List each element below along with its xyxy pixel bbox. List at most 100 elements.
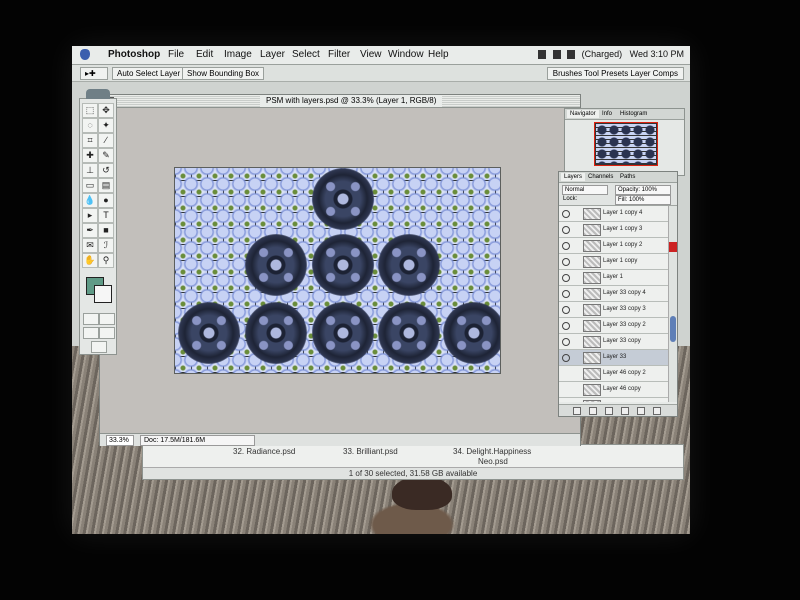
tab-info[interactable]: Info <box>599 110 615 118</box>
standard-mode-icon[interactable] <box>83 313 99 325</box>
type-tool-icon[interactable]: T <box>98 208 114 223</box>
layer-row[interactable]: Layer 33 copy 3 <box>559 302 669 318</box>
layer-row[interactable]: Layer 33 copy 2 <box>559 318 669 334</box>
blur-tool-icon[interactable]: 💧 <box>82 193 98 208</box>
gradient-tool-icon[interactable]: ▤ <box>98 178 114 193</box>
layer-row[interactable]: Layer 33 copy 4 <box>559 286 669 302</box>
menu-image[interactable]: Image <box>224 49 252 60</box>
lasso-tool-icon[interactable]: ◌ <box>82 118 98 133</box>
menu-filter[interactable]: Filter <box>328 49 350 60</box>
add-mask-icon[interactable] <box>605 407 613 415</box>
navigator-view-box[interactable] <box>594 122 658 166</box>
layers-scroll-thumb[interactable] <box>670 316 676 342</box>
opacity-field[interactable]: Opacity: 100% <box>615 185 671 195</box>
link-layers-icon[interactable] <box>573 407 581 415</box>
brush-tool-icon[interactable]: ✎ <box>98 148 114 163</box>
menu-select[interactable]: Select <box>292 49 320 60</box>
layer-row[interactable]: Layer 33 <box>559 350 669 366</box>
zoom-tool-icon[interactable]: ⚲ <box>98 253 114 268</box>
fill-field[interactable]: Fill: 100% <box>615 195 671 205</box>
apple-menu-icon[interactable] <box>80 49 90 60</box>
path-select-icon[interactable]: ▸ <box>82 208 98 223</box>
slice-tool-icon[interactable]: ∕ <box>98 133 114 148</box>
app-menu[interactable]: Photoshop <box>108 49 160 60</box>
healing-brush-icon[interactable]: ✚ <box>82 148 98 163</box>
zoom-field[interactable]: 33.3% <box>106 435 134 446</box>
new-group-icon[interactable] <box>621 407 629 415</box>
move-tool-icon[interactable]: ✥ <box>98 103 114 118</box>
layer-row[interactable]: Layer 1 copy 4 <box>559 206 669 222</box>
hand-tool-icon[interactable]: ✋ <box>82 253 98 268</box>
layer-row[interactable]: Layer 1 copy <box>559 254 669 270</box>
eye-visibility-icon[interactable] <box>562 290 570 298</box>
eye-visibility-icon[interactable] <box>562 226 570 234</box>
finder-file[interactable]: 32. Radiance.psd <box>233 447 295 456</box>
menu-file[interactable]: File <box>168 49 184 60</box>
menu-edit[interactable]: Edit <box>196 49 213 60</box>
eyedropper-icon[interactable]: ℐ <box>98 238 114 253</box>
notes-tool-icon[interactable]: ✉ <box>82 238 98 253</box>
layer-style-icon[interactable] <box>589 407 597 415</box>
layer-row[interactable]: Layer 1 copy 2 <box>559 238 669 254</box>
tab-layers[interactable]: Layers <box>561 173 586 181</box>
quick-mask-icon[interactable] <box>99 313 115 325</box>
eye-visibility-icon[interactable] <box>562 242 570 250</box>
finder-file[interactable]: 33. Brilliant.psd <box>343 447 398 456</box>
menu-clock[interactable]: Wed 3:10 PM <box>630 49 684 59</box>
full-screen-mode-icon[interactable] <box>99 327 115 339</box>
magic-wand-icon[interactable]: ✦ <box>98 118 114 133</box>
tab-histogram[interactable]: Histogram <box>617 110 650 118</box>
document-title-bar[interactable]: PSM with layers.psd @ 33.3% (Layer 1, RG… <box>100 95 580 108</box>
palette-well[interactable]: Brushes Tool Presets Layer Comps <box>546 67 684 80</box>
battery-icon[interactable] <box>567 50 576 60</box>
finder-file[interactable]: 34. Delight.Happiness <box>453 447 531 456</box>
shape-tool-icon[interactable]: ■ <box>98 223 114 238</box>
pen-tool-icon[interactable]: ✒ <box>82 223 98 238</box>
tab-navigator[interactable]: Navigator <box>567 110 599 118</box>
menu-window[interactable]: Window <box>388 49 424 60</box>
finder-file[interactable]: Neo.psd <box>478 457 508 466</box>
image-canvas[interactable] <box>174 167 501 374</box>
photoshop-feather-icon[interactable] <box>86 89 110 99</box>
eraser-tool-icon[interactable]: ▭ <box>82 178 98 193</box>
blend-mode-select[interactable]: Normal <box>562 185 608 195</box>
finder-window: 32. Radiance.psd 33. Brilliant.psd 34. D… <box>142 444 684 480</box>
menu-layer[interactable]: Layer <box>260 49 285 60</box>
history-brush-icon[interactable]: ↺ <box>98 163 114 178</box>
tab-paths[interactable]: Paths <box>617 173 638 181</box>
eye-visibility-icon[interactable] <box>562 258 570 266</box>
background-color-swatch[interactable] <box>94 285 112 303</box>
cpu-monitor-icon[interactable] <box>538 50 547 60</box>
layer-row[interactable]: Layer 33 copy <box>559 334 669 350</box>
tool-preset-picker[interactable]: ▸✚ <box>80 67 108 80</box>
layer-row[interactable]: Layer 46 copy 2 <box>559 366 669 382</box>
layers-scrollbar[interactable] <box>668 206 677 402</box>
layer-row[interactable]: Layer 1 <box>559 270 669 286</box>
eye-visibility-icon[interactable] <box>562 210 570 218</box>
menu-view[interactable]: View <box>360 49 382 60</box>
marquee-tool-icon[interactable]: ⬚ <box>82 103 98 118</box>
auto-select-checkbox[interactable]: Auto Select Layer <box>112 67 186 80</box>
user-status[interactable]: (Charged) <box>582 49 623 59</box>
layer-row[interactable]: Layer 46 copy <box>559 382 669 398</box>
layer-thumbnail <box>583 240 601 252</box>
document-info[interactable]: Doc: 17.5M/181.6M <box>140 435 255 446</box>
eye-visibility-icon[interactable] <box>562 354 570 362</box>
dodge-tool-icon[interactable]: ● <box>98 193 114 208</box>
crop-tool-icon[interactable]: ⌗ <box>82 133 98 148</box>
jump-to-imageready-icon[interactable] <box>91 341 107 353</box>
new-layer-icon[interactable] <box>637 407 645 415</box>
tab-channels[interactable]: Channels <box>585 173 616 181</box>
menu-help[interactable]: Help <box>428 49 449 60</box>
stamp-tool-icon[interactable]: ⊥ <box>82 163 98 178</box>
eye-visibility-icon[interactable] <box>562 274 570 282</box>
eye-visibility-icon[interactable] <box>562 338 570 346</box>
volume-icon[interactable] <box>552 50 561 60</box>
screen-mode-icon[interactable] <box>83 327 99 339</box>
bounding-box-checkbox[interactable]: Show Bounding Box <box>182 67 265 80</box>
trash-icon[interactable] <box>653 407 661 415</box>
eye-visibility-icon[interactable] <box>562 322 570 330</box>
eye-visibility-icon[interactable] <box>562 306 570 314</box>
layer-row[interactable]: Layer 46 copy 4 <box>559 398 669 402</box>
layer-row[interactable]: Layer 1 copy 3 <box>559 222 669 238</box>
